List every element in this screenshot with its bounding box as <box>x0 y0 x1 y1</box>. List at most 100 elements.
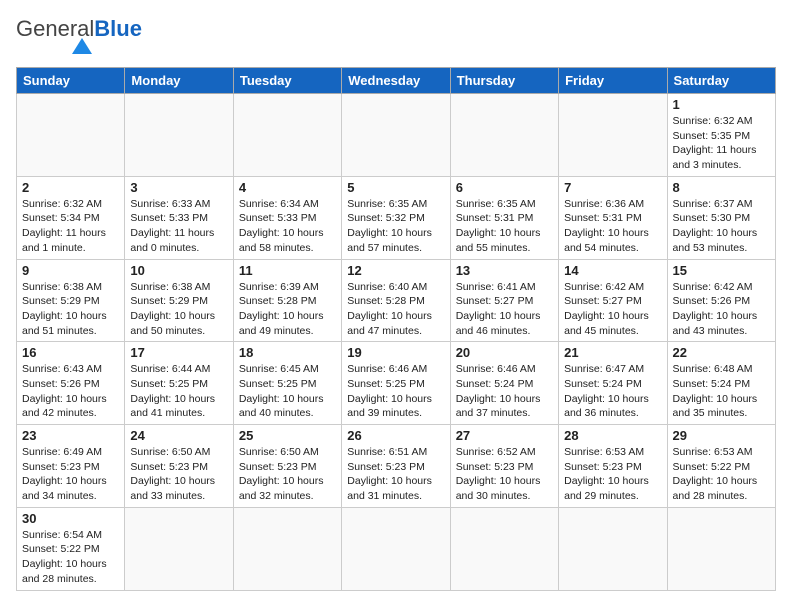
sun-info: Sunrise: 6:53 AMSunset: 5:22 PMDaylight:… <box>673 445 770 504</box>
calendar-empty-cell <box>233 507 341 590</box>
calendar-table: SundayMondayTuesdayWednesdayThursdayFrid… <box>16 67 776 591</box>
calendar-day-8: 8 Sunrise: 6:37 AMSunset: 5:30 PMDaylight… <box>667 176 775 259</box>
weekday-header-monday: Monday <box>125 68 233 94</box>
sun-info: Sunrise: 6:38 AMSunset: 5:29 PMDaylight:… <box>22 280 119 339</box>
calendar-day-15: 15 Sunrise: 6:42 AMSunset: 5:26 PMDayligh… <box>667 259 775 342</box>
day-number: 25 <box>239 428 336 443</box>
calendar-day-24: 24Sunrise: 6:50 AMSunset: 5:23 PMDayligh… <box>125 425 233 508</box>
calendar-week-row: 2 Sunrise: 6:32 AMSunset: 5:34 PMDaylight… <box>17 176 776 259</box>
calendar-week-row: 16 Sunrise: 6:43 AMSunset: 5:26 PMDayligh… <box>17 342 776 425</box>
day-number: 23 <box>22 428 119 443</box>
day-number: 5 <box>347 180 444 195</box>
calendar-empty-cell <box>667 507 775 590</box>
sun-info: Sunrise: 6:44 AMSunset: 5:25 PMDaylight:… <box>130 362 227 421</box>
day-number: 2 <box>22 180 119 195</box>
day-number: 17 <box>130 345 227 360</box>
day-number: 7 <box>564 180 661 195</box>
day-number: 11 <box>239 263 336 278</box>
calendar-empty-cell <box>233 94 341 177</box>
day-number: 10 <box>130 263 227 278</box>
calendar-day-6: 6 Sunrise: 6:35 AMSunset: 5:31 PMDaylight… <box>450 176 558 259</box>
day-number: 24 <box>130 428 227 443</box>
weekday-header-friday: Friday <box>559 68 667 94</box>
sun-info: Sunrise: 6:46 AMSunset: 5:24 PMDaylight:… <box>456 362 553 421</box>
calendar-week-row: 23 Sunrise: 6:49 AMSunset: 5:23 PMDayligh… <box>17 425 776 508</box>
calendar-week-row: 9Sunrise: 6:38 AMSunset: 5:29 PMDaylight… <box>17 259 776 342</box>
sun-info: Sunrise: 6:42 AMSunset: 5:26 PMDaylight:… <box>673 280 770 339</box>
sun-info: Sunrise: 6:47 AMSunset: 5:24 PMDaylight:… <box>564 362 661 421</box>
calendar-day-25: 25 Sunrise: 6:50 AMSunset: 5:23 PMDayligh… <box>233 425 341 508</box>
sun-info: Sunrise: 6:54 AMSunset: 5:22 PMDaylight:… <box>22 528 119 587</box>
weekday-header-row: SundayMondayTuesdayWednesdayThursdayFrid… <box>17 68 776 94</box>
sun-info: Sunrise: 6:48 AMSunset: 5:24 PMDaylight:… <box>673 362 770 421</box>
weekday-header-tuesday: Tuesday <box>233 68 341 94</box>
day-number: 22 <box>673 345 770 360</box>
day-number: 28 <box>564 428 661 443</box>
sun-info: Sunrise: 6:46 AMSunset: 5:25 PMDaylight:… <box>347 362 444 421</box>
day-number: 12 <box>347 263 444 278</box>
calendar-week-row: 30 Sunrise: 6:54 AMSunset: 5:22 PMDayligh… <box>17 507 776 590</box>
sun-info: Sunrise: 6:49 AMSunset: 5:23 PMDaylight:… <box>22 445 119 504</box>
calendar-empty-cell <box>125 94 233 177</box>
logo: General Blue <box>16 16 142 59</box>
calendar-week-row: 1 Sunrise: 6:32 AMSunset: 5:35 PMDaylight… <box>17 94 776 177</box>
day-number: 16 <box>22 345 119 360</box>
calendar-empty-cell <box>450 94 558 177</box>
day-number: 13 <box>456 263 553 278</box>
calendar-day-23: 23 Sunrise: 6:49 AMSunset: 5:23 PMDayligh… <box>17 425 125 508</box>
sun-info: Sunrise: 6:33 AMSunset: 5:33 PMDaylight:… <box>130 197 227 256</box>
calendar-day-18: 18Sunrise: 6:45 AMSunset: 5:25 PMDayligh… <box>233 342 341 425</box>
calendar-day-14: 14Sunrise: 6:42 AMSunset: 5:27 PMDayligh… <box>559 259 667 342</box>
calendar-empty-cell <box>17 94 125 177</box>
calendar-empty-cell <box>342 507 450 590</box>
weekday-header-saturday: Saturday <box>667 68 775 94</box>
day-number: 14 <box>564 263 661 278</box>
day-number: 20 <box>456 345 553 360</box>
day-number: 29 <box>673 428 770 443</box>
calendar-day-3: 3Sunrise: 6:33 AMSunset: 5:33 PMDaylight… <box>125 176 233 259</box>
day-number: 4 <box>239 180 336 195</box>
day-number: 26 <box>347 428 444 443</box>
calendar-day-7: 7 Sunrise: 6:36 AMSunset: 5:31 PMDaylight… <box>559 176 667 259</box>
sun-info: Sunrise: 6:36 AMSunset: 5:31 PMDaylight:… <box>564 197 661 256</box>
logo-triangle-icon <box>72 38 92 54</box>
sun-info: Sunrise: 6:35 AMSunset: 5:32 PMDaylight:… <box>347 197 444 256</box>
day-number: 21 <box>564 345 661 360</box>
sun-info: Sunrise: 6:34 AMSunset: 5:33 PMDaylight:… <box>239 197 336 256</box>
day-number: 30 <box>22 511 119 526</box>
calendar-day-27: 27Sunrise: 6:52 AMSunset: 5:23 PMDayligh… <box>450 425 558 508</box>
weekday-header-sunday: Sunday <box>17 68 125 94</box>
calendar-day-30: 30 Sunrise: 6:54 AMSunset: 5:22 PMDayligh… <box>17 507 125 590</box>
calendar-empty-cell <box>342 94 450 177</box>
sun-info: Sunrise: 6:43 AMSunset: 5:26 PMDaylight:… <box>22 362 119 421</box>
calendar-day-2: 2 Sunrise: 6:32 AMSunset: 5:34 PMDaylight… <box>17 176 125 259</box>
weekday-header-thursday: Thursday <box>450 68 558 94</box>
calendar-day-29: 29 Sunrise: 6:53 AMSunset: 5:22 PMDayligh… <box>667 425 775 508</box>
page-header: General Blue <box>16 16 776 59</box>
sun-info: Sunrise: 6:32 AMSunset: 5:35 PMDaylight:… <box>673 114 770 173</box>
day-number: 19 <box>347 345 444 360</box>
day-number: 6 <box>456 180 553 195</box>
calendar-day-21: 21 Sunrise: 6:47 AMSunset: 5:24 PMDayligh… <box>559 342 667 425</box>
sun-info: Sunrise: 6:32 AMSunset: 5:34 PMDaylight:… <box>22 197 119 256</box>
calendar-day-28: 28Sunrise: 6:53 AMSunset: 5:23 PMDayligh… <box>559 425 667 508</box>
calendar-day-20: 20 Sunrise: 6:46 AMSunset: 5:24 PMDayligh… <box>450 342 558 425</box>
sun-info: Sunrise: 6:40 AMSunset: 5:28 PMDaylight:… <box>347 280 444 339</box>
day-number: 8 <box>673 180 770 195</box>
calendar-day-26: 26Sunrise: 6:51 AMSunset: 5:23 PMDayligh… <box>342 425 450 508</box>
weekday-header-wednesday: Wednesday <box>342 68 450 94</box>
calendar-day-12: 12 Sunrise: 6:40 AMSunset: 5:28 PMDayligh… <box>342 259 450 342</box>
sun-info: Sunrise: 6:35 AMSunset: 5:31 PMDaylight:… <box>456 197 553 256</box>
day-number: 15 <box>673 263 770 278</box>
calendar-empty-cell <box>450 507 558 590</box>
calendar-day-9: 9Sunrise: 6:38 AMSunset: 5:29 PMDaylight… <box>17 259 125 342</box>
sun-info: Sunrise: 6:37 AMSunset: 5:30 PMDaylight:… <box>673 197 770 256</box>
sun-info: Sunrise: 6:50 AMSunset: 5:23 PMDaylight:… <box>239 445 336 504</box>
calendar-day-5: 5 Sunrise: 6:35 AMSunset: 5:32 PMDaylight… <box>342 176 450 259</box>
calendar-day-22: 22 Sunrise: 6:48 AMSunset: 5:24 PMDayligh… <box>667 342 775 425</box>
day-number: 1 <box>673 97 770 112</box>
calendar-day-19: 19 Sunrise: 6:46 AMSunset: 5:25 PMDayligh… <box>342 342 450 425</box>
calendar-day-11: 11 Sunrise: 6:39 AMSunset: 5:28 PMDayligh… <box>233 259 341 342</box>
sun-info: Sunrise: 6:39 AMSunset: 5:28 PMDaylight:… <box>239 280 336 339</box>
logo-blue-text: Blue <box>94 16 142 42</box>
